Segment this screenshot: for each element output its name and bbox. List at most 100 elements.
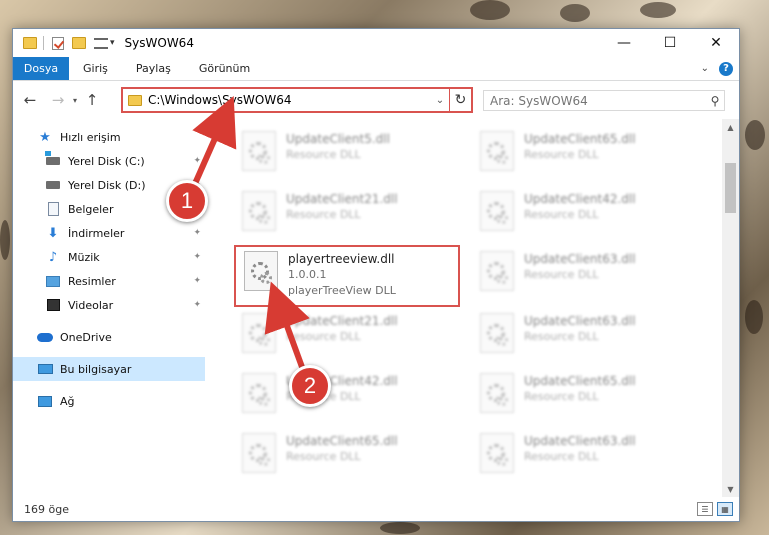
maximize-button[interactable]: ☐ [647, 29, 693, 57]
nav-item-pictures[interactable]: Resimler ✦ [13, 269, 205, 293]
network-icon [37, 394, 53, 408]
file-description: Resource DLL [524, 148, 599, 161]
folder-icon [128, 94, 142, 106]
address-row: ← → ▾ ↑ C:\Windows\SysWOW64 ⌄ ↻ ⚲ [13, 82, 739, 118]
navigation-pane: ★ Hızlı erişim Yerel Disk (C:) ✦ Yerel D… [13, 125, 205, 495]
star-icon: ★ [39, 129, 51, 145]
drive-icon [45, 151, 61, 168]
address-dropdown-icon[interactable]: ⌄ [431, 95, 449, 106]
dll-file-icon [242, 313, 276, 353]
nav-item-local-disk-c[interactable]: Yerel Disk (C:) ✦ [13, 149, 205, 173]
dll-file-icon [242, 191, 276, 231]
file-tile[interactable]: UpdateClient65.dll Resource DLL [234, 429, 460, 481]
dll-file-icon [480, 251, 514, 291]
pin-icon[interactable]: ✦ [193, 156, 201, 166]
details-view-icon[interactable]: ☰ [697, 502, 713, 516]
search-icon[interactable]: ⚲ [706, 94, 724, 108]
nav-label: OneDrive [60, 330, 112, 344]
file-description: playerTreeView DLL [288, 284, 396, 297]
cloud-icon [37, 330, 53, 344]
nav-item-downloads[interactable]: ⬇ İndirmeler ✦ [13, 221, 205, 245]
file-description: Resource DLL [286, 148, 361, 161]
file-tile[interactable]: UpdateClient42.dllResource DLL [234, 369, 460, 421]
separator [43, 36, 44, 50]
scroll-down-arrow-icon[interactable]: ▼ [722, 481, 739, 497]
file-description: Resource DLL [286, 330, 361, 343]
tiles-view-icon[interactable]: ▦ [717, 502, 733, 516]
recent-locations-dropdown-icon[interactable]: ▾ [69, 96, 81, 105]
status-bar: 169 öge ☰ ▦ [13, 497, 739, 521]
search-box[interactable]: ⚲ [483, 90, 725, 111]
pin-icon[interactable]: ✦ [193, 276, 201, 286]
file-name: UpdateClient65.dll [524, 374, 636, 388]
step-2-badge: 2 [289, 365, 331, 407]
customize-toolbar-dropdown-icon[interactable]: ▾ [110, 38, 115, 48]
view-switcher: ☰ ▦ [697, 502, 739, 516]
dll-file-icon [242, 131, 276, 171]
minimize-button[interactable]: — [601, 29, 647, 57]
file-description: Resource DLL [524, 330, 599, 343]
pictures-icon [45, 274, 61, 288]
pin-icon[interactable]: ✦ [193, 300, 201, 310]
new-folder-icon[interactable] [72, 37, 86, 49]
file-tile[interactable]: UpdateClient42.dllResource DLL [472, 187, 698, 239]
address-bar[interactable]: C:\Windows\SysWOW64 ⌄ ↻ [121, 87, 473, 113]
up-arrow-icon[interactable]: ↑ [81, 89, 103, 111]
music-icon: ♪ [48, 249, 58, 265]
file-tile-playertreeview[interactable]: playertreeview.dll 1.0.0.1 playerTreeVie… [234, 245, 460, 307]
title-bar: ▾ SysWOW64 — ☐ ✕ [13, 29, 739, 57]
file-tile[interactable]: UpdateClient21.dll Resource DLL [234, 309, 460, 361]
file-tile[interactable]: UpdateClient21.dll Resource DLL [234, 187, 460, 239]
file-name: UpdateClient21.dll [286, 314, 398, 328]
dll-file-icon [480, 433, 514, 473]
downloads-icon: ⬇ [47, 225, 59, 241]
nav-label: Yerel Disk (D:) [68, 178, 146, 192]
pin-icon[interactable]: ✦ [193, 228, 201, 238]
tab-file[interactable]: Dosya [13, 57, 69, 80]
file-name: UpdateClient5.dll [286, 132, 390, 146]
dll-file-icon [480, 191, 514, 231]
vertical-scrollbar[interactable]: ▲ ▼ [722, 119, 739, 497]
tab-home[interactable]: Giriş [69, 57, 122, 80]
scroll-up-arrow-icon[interactable]: ▲ [722, 119, 739, 135]
nav-quick-access[interactable]: ★ Hızlı erişim [13, 125, 205, 149]
file-tile[interactable]: UpdateClient63.dll Resource DLL [472, 429, 698, 481]
nav-label: Hızlı erişim [60, 130, 121, 144]
file-tile[interactable]: UpdateClient63.dll Resource DLL [472, 309, 698, 361]
ribbon-right: ⌄ ? [701, 57, 739, 80]
file-description: Resource DLL [524, 450, 599, 463]
file-name: UpdateClient42.dll [524, 192, 636, 206]
nav-item-this-pc[interactable]: Bu bilgisayar [13, 357, 205, 381]
dll-file-icon [480, 313, 514, 353]
tab-view[interactable]: Görünüm [185, 57, 264, 80]
close-button[interactable]: ✕ [693, 29, 739, 57]
nav-label: Yerel Disk (C:) [68, 154, 145, 168]
forward-arrow-icon[interactable]: → [47, 89, 69, 111]
properties-check-icon[interactable] [52, 36, 64, 50]
nav-item-music[interactable]: ♪ Müzik ✦ [13, 245, 205, 269]
nav-item-videos[interactable]: Videolar ✦ [13, 293, 205, 317]
tab-share[interactable]: Paylaş [122, 57, 185, 80]
file-description: Resource DLL [286, 450, 361, 463]
scroll-thumb[interactable] [725, 163, 736, 213]
nav-label: Müzik [68, 250, 100, 264]
nav-label: Belgeler [68, 202, 114, 216]
help-icon[interactable]: ? [719, 61, 733, 76]
search-input[interactable] [490, 93, 706, 108]
file-description: Resource DLL [524, 390, 599, 403]
pin-icon[interactable]: ✦ [193, 252, 201, 262]
file-tile[interactable]: UpdateClient63.dll Resource DLL [472, 247, 698, 299]
nav-item-network[interactable]: Ağ [13, 389, 205, 413]
nav-item-onedrive[interactable]: OneDrive [13, 325, 205, 349]
quick-access-list-icon[interactable] [94, 37, 108, 49]
address-path[interactable]: C:\Windows\SysWOW64 [148, 93, 431, 107]
file-name: UpdateClient63.dll [524, 314, 636, 328]
file-tile[interactable]: UpdateClient65.dll Resource DLL [472, 369, 698, 421]
refresh-icon[interactable]: ↻ [449, 89, 471, 111]
nav-label: Resimler [68, 274, 116, 288]
file-name: UpdateClient65.dll [524, 132, 636, 146]
file-tile[interactable]: UpdateClient65.dll Resource DLL [472, 127, 698, 179]
expand-ribbon-chevron-icon[interactable]: ⌄ [701, 63, 709, 74]
back-arrow-icon[interactable]: ← [19, 89, 41, 111]
file-tile[interactable]: UpdateClient5.dll Resource DLL [234, 127, 460, 179]
